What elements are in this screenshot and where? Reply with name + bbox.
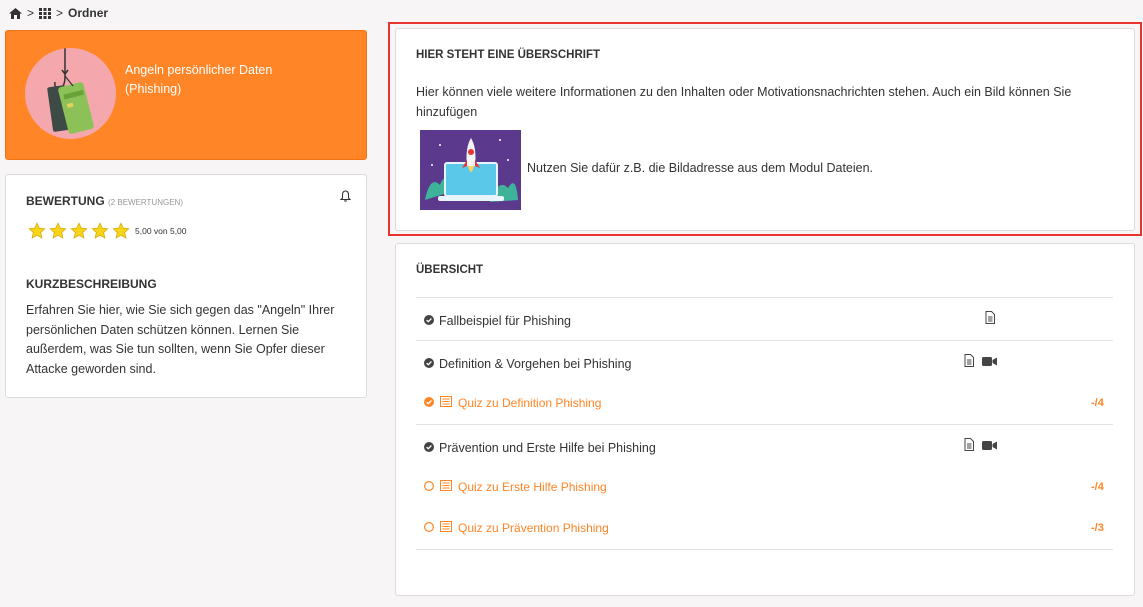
quiz-item[interactable]: Quiz zu Definition Phishing	[424, 396, 601, 410]
motivation-body: Hier können viele weitere Informationen …	[416, 85, 1072, 119]
lesson-media-icons	[964, 354, 997, 370]
divider	[416, 549, 1113, 550]
quiz-label: Quiz zu Definition Phishing	[458, 396, 602, 410]
document-icon[interactable]	[964, 438, 974, 454]
lesson-item[interactable]: Fallbeispiel für Phishing	[424, 314, 571, 328]
star-rating[interactable]: 5,00 von 5,00	[28, 222, 187, 240]
course-header-card: Angeln persönlicher Daten (Phishing)	[5, 30, 367, 160]
lesson-label: Fallbeispiel für Phishing	[439, 314, 572, 328]
quiz-label: Quiz zu Erste Hilfe Phishing	[458, 480, 607, 494]
star-icon[interactable]	[112, 222, 130, 240]
rating-count: (2 BEWERTUNGEN)	[108, 198, 183, 207]
description-heading: KURZBESCHREIBUNG	[26, 277, 157, 291]
quiz-item[interactable]: Quiz zu Prävention Phishing	[423, 521, 609, 535]
star-icon[interactable]	[91, 222, 109, 240]
overview-title: ÜBERSICHT	[416, 264, 484, 276]
lesson-label: Prävention und Erste Hilfe bei Phishing	[439, 441, 656, 455]
star-icon[interactable]	[49, 222, 67, 240]
breadcrumb-separator: >	[56, 6, 64, 20]
rating-heading: BEWERTUNG (2 BEWERTUNGEN)	[26, 194, 183, 208]
rating-heading-label: BEWERTUNG	[26, 194, 105, 208]
course-info-card: BEWERTUNG (2 BEWERTUNGEN) 5,00 von 5,00 …	[5, 174, 367, 398]
description-text: Erfahren Sie hier, wie Sie sich gegen da…	[26, 303, 335, 376]
quiz-list-icon	[440, 521, 452, 535]
check-circle-icon	[424, 357, 434, 371]
breadcrumb-current: Ordner	[68, 6, 109, 20]
course-title: Angeln persönlicher Daten (Phishing)	[125, 63, 273, 96]
lesson-media-icons	[964, 438, 997, 454]
quiz-score: -/3	[1091, 522, 1104, 534]
rocket-laptop-image	[420, 130, 521, 210]
empty-circle-icon	[423, 480, 435, 494]
rating-value: 5,00 von 5,00	[135, 226, 187, 236]
lesson-media-icons	[985, 311, 995, 327]
quiz-item[interactable]: Quiz zu Erste Hilfe Phishing	[423, 480, 607, 494]
empty-circle-icon	[423, 521, 435, 535]
quiz-score: -/4	[1091, 397, 1104, 409]
check-circle-icon	[424, 396, 434, 410]
check-circle-icon	[424, 441, 434, 455]
quiz-label: Quiz zu Prävention Phishing	[458, 521, 609, 535]
lesson-label: Definition & Vorgehen bei Phishing	[439, 357, 632, 371]
bell-icon[interactable]	[339, 190, 352, 205]
star-icon[interactable]	[70, 222, 88, 240]
quiz-list-icon	[440, 396, 452, 410]
quiz-score: -/4	[1091, 481, 1104, 493]
lesson-item[interactable]: Definition & Vorgehen bei Phishing	[424, 357, 632, 371]
grid-icon[interactable]	[39, 7, 52, 19]
video-icon[interactable]	[982, 355, 997, 370]
divider	[416, 340, 1113, 341]
document-icon[interactable]	[985, 311, 995, 327]
check-circle-icon	[424, 314, 434, 328]
phishing-hook-image	[25, 48, 116, 139]
overview-card: ÜBERSICHT Fallbeispiel für Phishing Defi…	[395, 243, 1135, 596]
video-icon[interactable]	[982, 439, 997, 454]
breadcrumb: > > Ordner	[9, 5, 108, 21]
lesson-item[interactable]: Prävention und Erste Hilfe bei Phishing	[424, 441, 656, 455]
divider	[416, 297, 1113, 298]
star-icon[interactable]	[28, 222, 46, 240]
document-icon[interactable]	[964, 354, 974, 370]
quiz-list-icon	[440, 480, 452, 494]
home-icon[interactable]	[9, 7, 22, 19]
breadcrumb-separator: >	[27, 6, 35, 20]
divider	[416, 424, 1113, 425]
motivation-card: HIER STEHT EINE ÜBERSCHRIFT Hier können …	[395, 28, 1135, 231]
motivation-caption: Nutzen Sie dafür z.B. die Bildadresse au…	[527, 161, 874, 175]
motivation-title: HIER STEHT EINE ÜBERSCHRIFT	[416, 49, 601, 61]
